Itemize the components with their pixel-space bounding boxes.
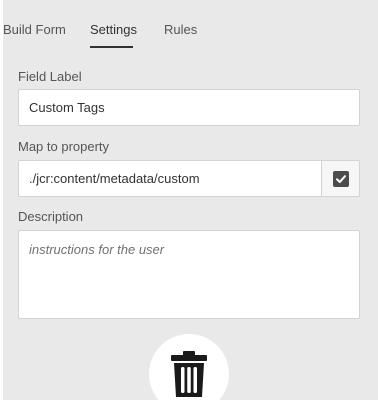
description-textarea[interactable]: instructions for the user bbox=[18, 230, 360, 319]
tab-settings[interactable]: Settings bbox=[90, 22, 137, 38]
map-to-property-heading: Map to property bbox=[18, 139, 110, 154]
field-label-heading: Field Label bbox=[18, 69, 82, 84]
checkbox-checked-icon bbox=[332, 170, 349, 187]
map-to-property-input[interactable]: ./jcr:content/metadata/custom bbox=[18, 160, 322, 197]
field-label-input[interactable]: Custom Tags bbox=[18, 89, 360, 126]
trash-icon bbox=[170, 334, 208, 400]
tab-build-form[interactable]: Build Form bbox=[3, 22, 66, 38]
tab-bar: Build Form Settings Rules bbox=[0, 0, 378, 60]
description-heading: Description bbox=[18, 209, 84, 224]
panel-edge bbox=[0, 68, 3, 400]
active-tab-indicator bbox=[90, 46, 133, 48]
tab-rules[interactable]: Rules bbox=[164, 22, 197, 38]
map-property-toggle-button[interactable] bbox=[321, 160, 360, 197]
form-settings-panel: Build Form Settings Rules Field Label Cu… bbox=[0, 0, 378, 400]
